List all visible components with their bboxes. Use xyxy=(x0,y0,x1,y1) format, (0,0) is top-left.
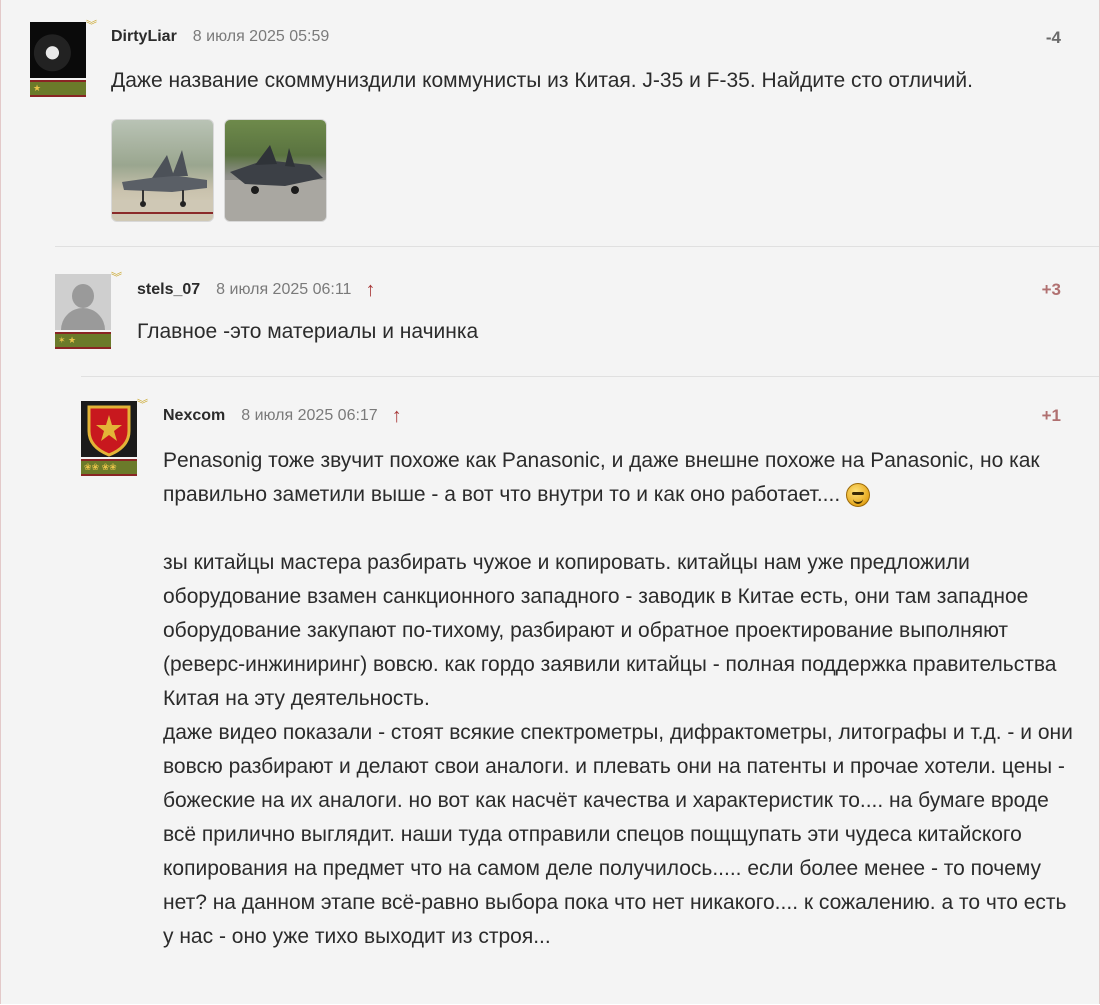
smiley-emoticon-icon xyxy=(846,483,871,507)
default-avatar-head xyxy=(72,284,94,308)
default-avatar-body xyxy=(61,308,105,330)
comment-meta: DirtyLiar 8 июля 2025 05:59 xyxy=(111,28,329,46)
comment-paragraph: Penasonig тоже звучит похоже как Panason… xyxy=(163,444,1078,512)
avatar[interactable] xyxy=(30,22,86,78)
jet-image xyxy=(225,145,326,221)
comment-meta: stels_07 8 июля 2025 06:11 ↑ xyxy=(137,280,375,300)
comment-text: Главное -это материалы и начинка xyxy=(137,320,479,343)
username[interactable]: stels_07 xyxy=(137,281,200,299)
rank-chevron-icon: ︾ xyxy=(86,20,97,32)
comment-thread: ︾ ★ DirtyLiar 8 июля 2025 05:59 -4 Даже … xyxy=(0,0,1100,1004)
rank-chevron-icon: ︾ xyxy=(137,399,148,411)
rank-chevron-icon: ︾ xyxy=(111,272,122,284)
avatar[interactable] xyxy=(55,274,111,330)
jet-image xyxy=(112,150,213,221)
rank-insignia-icon: ★ xyxy=(30,80,86,97)
comment-score: +3 xyxy=(1041,280,1061,299)
comment-paragraph: даже видео показали - стоят всякие спект… xyxy=(163,721,1073,948)
comment-text: Даже название скоммуниздили коммунисты и… xyxy=(111,69,973,92)
comment-date[interactable]: 8 июля 2025 06:17 xyxy=(241,407,377,425)
attachments xyxy=(111,119,327,222)
rank-insignia-icon: ✶ ★ xyxy=(55,332,111,349)
comment-text: Penasonig тоже звучит похоже как Panason… xyxy=(163,444,1078,954)
avatar[interactable] xyxy=(81,401,137,457)
comment: ︾ ★ DirtyLiar 8 июля 2025 05:59 -4 Даже … xyxy=(1,0,1099,246)
comment-score: -4 xyxy=(1045,28,1061,47)
shield-star-icon xyxy=(87,405,131,457)
comment-date[interactable]: 8 июля 2025 05:59 xyxy=(193,28,329,46)
paragraph-text: Penasonig тоже звучит похоже как Panason… xyxy=(163,449,1040,506)
user-badge[interactable]: ︾ ★ xyxy=(30,21,97,97)
comment: ︾ ✶ ★ stels_07 8 июля 2025 06:11 ↑ +3 Гл… xyxy=(55,246,1099,377)
jet-photo-thumbnail[interactable] xyxy=(224,119,327,222)
rank-insignia-icon: ❀❀ ❀❀ xyxy=(81,459,137,476)
comment-score: +1 xyxy=(1041,406,1061,425)
comment-meta: Nexcom 8 июля 2025 06:17 ↑ xyxy=(163,406,402,426)
up-arrow-icon[interactable]: ↑ xyxy=(392,406,402,426)
user-badge[interactable]: ︾ ✶ ★ xyxy=(55,273,122,349)
comment: ︾ ❀❀ ❀❀ Nexcom 8 июля 2025 06:17 ↑ +1 Pe… xyxy=(81,376,1099,1005)
username[interactable]: DirtyLiar xyxy=(111,28,177,46)
jet-photo-thumbnail[interactable] xyxy=(111,119,214,222)
username[interactable]: Nexcom xyxy=(163,407,225,425)
comment-date[interactable]: 8 июля 2025 06:11 xyxy=(216,281,351,299)
user-badge[interactable]: ︾ ❀❀ ❀❀ xyxy=(81,400,148,476)
up-arrow-icon[interactable]: ↑ xyxy=(365,280,375,300)
comment-paragraph: зы китайцы мастера разбирать чужое и коп… xyxy=(163,551,1057,710)
